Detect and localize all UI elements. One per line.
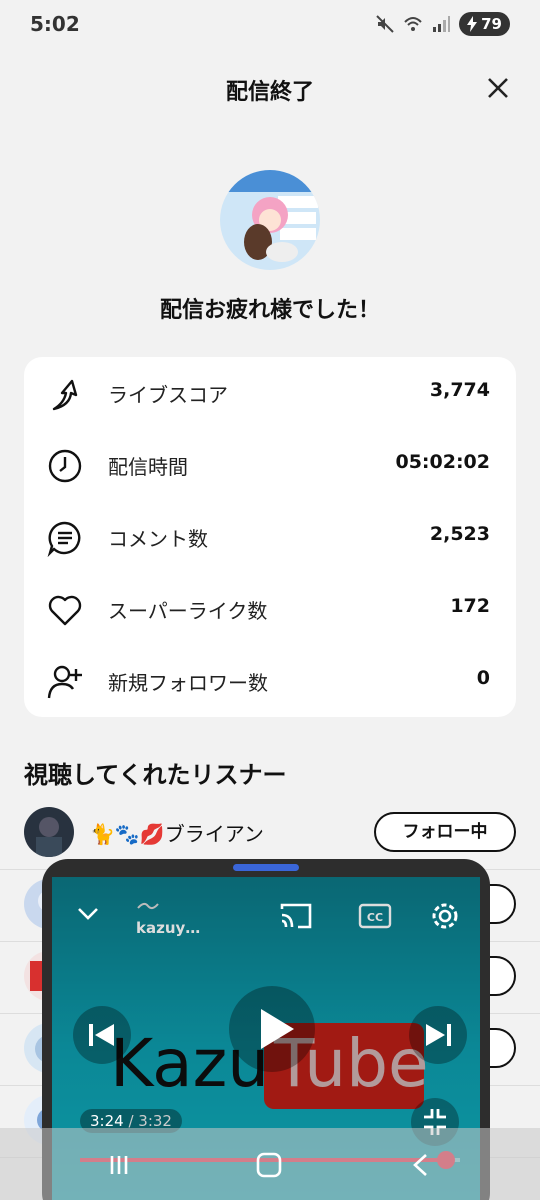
stat-value: 172 [450,595,490,617]
wifi-icon [404,17,422,31]
status-icons: 79 [375,12,510,36]
stat-row-new-followers: 新規フォロワー数 0 [24,645,516,717]
home-icon[interactable] [254,1150,284,1180]
add-person-icon [47,665,82,699]
stat-label: スーパーライク数 [108,599,268,623]
back-icon[interactable] [406,1150,436,1180]
previous-icon[interactable] [72,1005,132,1065]
stat-label: ライブスコア [108,383,228,407]
avatar[interactable] [24,807,74,857]
signal-icon [433,16,451,32]
recents-icon[interactable] [104,1150,134,1180]
status-time: 5:02 [30,12,80,36]
mute-icon [376,15,394,33]
stat-row-duration: 配信時間 05:02:02 [24,429,516,501]
header: 配信終了 [0,60,540,116]
charging-icon [467,16,478,32]
stat-row-live-score: ライブスコア 3,774 [24,357,516,429]
stat-label: コメント数 [108,527,208,551]
svg-text:CC: CC [367,911,383,924]
gear-icon[interactable] [428,899,462,933]
trend-arrow-icon [52,379,78,411]
navigation-bar [0,1128,540,1200]
next-icon[interactable] [408,1005,468,1065]
cast-icon[interactable] [278,901,314,931]
status-bar: 5:02 79 [0,0,540,48]
battery-indicator: 79 [459,12,510,36]
thanks-message: 配信お疲れ様でした！ [159,298,380,323]
stat-value: 0 [476,667,490,689]
loading-wave-icon [137,902,159,910]
stat-value: 2,523 [429,523,490,545]
streamer-avatar [220,170,320,270]
play-icon[interactable] [228,985,316,1073]
stat-label: 配信時間 [108,455,188,479]
listeners-title: 視聴してくれたリスナー [24,761,287,789]
close-icon[interactable] [484,74,512,102]
stats-card: ライブスコア 3,774 配信時間 05:02:02 コメント数 2,523 ス… [24,357,516,717]
stat-label: 新規フォロワー数 [108,671,268,695]
collapse-chevron-icon[interactable] [74,899,102,927]
stat-value: 3,774 [429,379,490,401]
pip-drag-handle[interactable] [233,864,299,871]
page-title: 配信終了 [225,80,314,105]
stat-value: 05:02:02 [395,451,490,473]
battery-level: 79 [481,15,502,33]
comment-icon [47,521,81,557]
stat-row-super-likes: スーパーライク数 172 [24,573,516,645]
stat-row-comments: コメント数 2,523 [24,501,516,573]
captions-icon[interactable]: CC [358,903,392,929]
heart-icon [48,595,82,626]
channel-name: kazuy… [136,919,201,937]
following-button[interactable]: フォロー中 [374,812,516,852]
listener-name: 🐈🐾💋ブライアン [90,822,264,846]
clock-icon [48,449,82,483]
